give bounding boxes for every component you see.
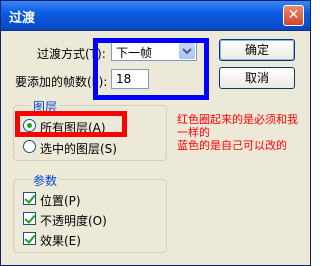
- opacity-label[interactable]: 不透明度(O): [40, 212, 107, 229]
- selected-layers-label[interactable]: 选中的图层(S): [40, 140, 117, 157]
- effects-checkbox[interactable]: [23, 232, 36, 245]
- blue-annotation-box: [93, 38, 209, 100]
- selected-layers-radio[interactable]: [23, 140, 36, 153]
- annotation-line-3: 蓝色的是自己可以改的: [177, 139, 287, 152]
- annotation-line-2: 一样的: [177, 126, 210, 139]
- title-bar[interactable]: 过渡 ✕: [1, 1, 310, 31]
- position-label[interactable]: 位置(P): [40, 192, 81, 209]
- effects-label[interactable]: 效果(E): [40, 232, 81, 249]
- params-group-label: 参数: [31, 172, 60, 189]
- red-annotation-box: [15, 111, 127, 137]
- opacity-checkbox[interactable]: [23, 212, 36, 225]
- dialog-title: 过渡: [9, 11, 36, 26]
- transition-dialog: 过渡 ✕ 过渡方式(T): 下一帧 要添加的帧数(F): 18 确定 取消 图层…: [0, 0, 311, 266]
- position-checkbox[interactable]: [23, 192, 36, 205]
- cancel-button[interactable]: 取消: [219, 67, 295, 89]
- close-button[interactable]: ✕: [283, 5, 304, 26]
- annotation-line-1: 红色圈起来的是必须和我: [177, 113, 298, 126]
- ok-button[interactable]: 确定: [219, 39, 295, 61]
- close-icon: ✕: [287, 7, 300, 23]
